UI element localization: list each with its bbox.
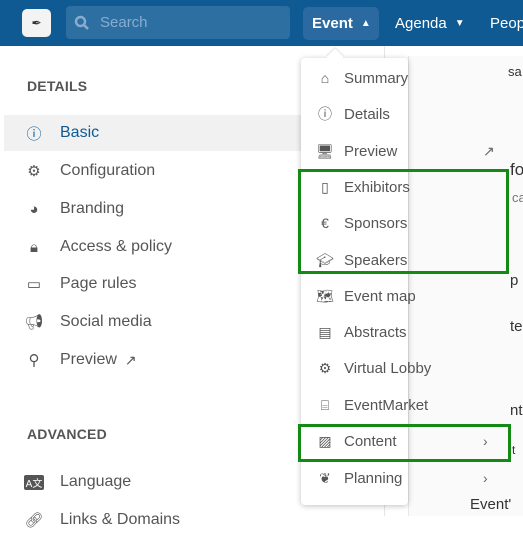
sidebar-item-social-media[interactable]: 📢︎ Social media	[4, 304, 314, 340]
sidebar: DETAILS ⓘ Basic ⚙ Configuration ◕ Branding …	[0, 46, 314, 529]
menu-item-abstracts[interactable]: ▤ Abstracts	[301, 314, 511, 350]
menu-item-preview[interactable]: 🖥︎ Preview ↗	[301, 133, 511, 169]
highlight-box-exhibitors-sponsors-speakers	[298, 169, 509, 274]
menu-item-virtual-lobby[interactable]: ⚙ Virtual Lobby	[301, 350, 511, 386]
chevron-up-icon: ▲	[360, 18, 371, 29]
menu-item-details[interactable]: ⓘ Details	[301, 96, 511, 132]
label: Links & Domains	[60, 511, 181, 528]
sidebar-item-basic[interactable]: ⓘ Basic	[4, 115, 314, 151]
label: Page rules	[60, 275, 137, 292]
nav-people[interactable]: Peop	[490, 7, 523, 40]
label: Branding	[60, 200, 125, 217]
label: EventMarket	[344, 396, 429, 414]
sidebar-item-preview[interactable]: ⚲ Preview ↗	[4, 342, 314, 378]
info-icon: ⓘ	[26, 125, 42, 143]
label: Language	[60, 473, 132, 490]
label: Social media	[60, 313, 152, 330]
nav-event-label: Event	[312, 15, 353, 32]
sidebar-item-configuration[interactable]: ⚙ Configuration	[4, 153, 314, 189]
label: Abstracts	[344, 323, 407, 341]
info-icon: ⓘ	[318, 106, 332, 122]
top-bar: ✒ Search Event ▲ Agenda ▼ Peop	[0, 0, 523, 46]
label: Planning	[344, 469, 403, 487]
event-logo[interactable]: ✒	[22, 9, 51, 37]
window-icon: ▭	[26, 276, 42, 293]
label: Virtual Lobby	[344, 359, 432, 377]
external-link-icon: ↗	[483, 142, 495, 159]
language-icon: A文	[24, 474, 44, 490]
menu-item-event-map[interactable]: 🗺︎ Event map	[301, 278, 511, 314]
advanced-heading: ADVANCED	[27, 426, 107, 442]
label: Access & policy	[60, 238, 173, 255]
sidebar-item-language[interactable]: A文 Language	[4, 464, 314, 500]
label: Preview	[344, 142, 398, 160]
label: Event map	[344, 287, 416, 305]
nav-agenda-label: Agenda	[395, 15, 447, 32]
menu-item-eventmarket[interactable]: ⌸ EventMarket	[301, 387, 511, 423]
search-placeholder: Search	[100, 14, 148, 31]
label: Configuration	[60, 162, 156, 179]
nav-event[interactable]: Event ▲	[303, 7, 379, 40]
search-input[interactable]: Search	[66, 6, 290, 39]
label: Summary	[344, 69, 409, 87]
home-icon: ⌂	[320, 70, 330, 86]
menu-item-summary[interactable]: ⌂ Summary	[301, 60, 511, 96]
leaf-icon: ❦	[319, 469, 331, 486]
link-icon: 🔗︎	[24, 512, 44, 529]
nav-people-label: Peop	[490, 15, 523, 32]
megaphone-icon: 📢︎	[24, 314, 44, 331]
search-icon: ⚲	[28, 352, 40, 369]
gear-icon: ⚙	[27, 163, 41, 180]
nav-agenda[interactable]: Agenda ▼	[395, 7, 465, 40]
chevron-right-icon: ›	[483, 470, 488, 486]
label: Details	[344, 105, 390, 123]
sidebar-item-links-domains[interactable]: 🔗︎ Links & Domains	[4, 502, 314, 538]
document-icon: ▤	[318, 323, 332, 340]
sidebar-item-page-rules[interactable]: ▭ Page rules	[4, 266, 314, 302]
sidebar-item-branding[interactable]: ◕ Branding	[4, 191, 314, 227]
highlight-box-content	[298, 424, 511, 462]
label: Basic	[60, 124, 100, 141]
search-icon	[74, 15, 89, 30]
label: Preview	[60, 351, 117, 368]
gears-icon: ⚙	[318, 359, 332, 376]
details-heading: DETAILS	[27, 78, 88, 94]
store-icon: ⌸	[320, 396, 330, 413]
external-link-icon: ↗	[124, 351, 137, 368]
lock-icon: 🔒︎	[30, 238, 38, 256]
menu-item-planning[interactable]: ❦ Planning ›	[301, 460, 511, 496]
chevron-down-icon: ▼	[454, 18, 465, 29]
sidebar-item-access-policy[interactable]: 🔒︎ Access & policy	[4, 229, 314, 265]
palette-icon: ◕	[29, 200, 39, 218]
map-icon: 🗺︎	[316, 287, 334, 304]
monitor-icon: 🖥︎	[316, 142, 334, 159]
